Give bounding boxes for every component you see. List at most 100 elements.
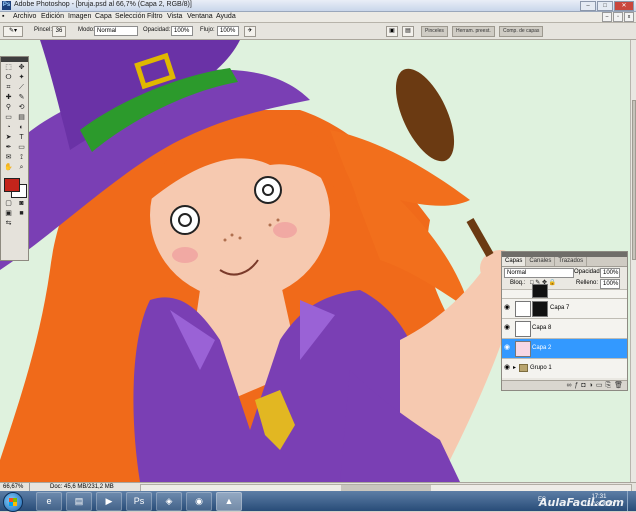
layer-mask-thumb xyxy=(532,284,548,298)
eraser-tool-icon[interactable]: ▭ xyxy=(2,113,15,123)
maximize-button[interactable]: □ xyxy=(597,1,613,11)
tab-capas[interactable]: Capas xyxy=(502,257,527,266)
layer-row[interactable]: ◉ Capa 8 xyxy=(502,318,627,338)
blur-tool-icon[interactable]: ◔ xyxy=(2,123,15,133)
media-player-icon[interactable]: ▶ xyxy=(96,492,122,511)
window-title: Adobe Photoshop - [bruja.psd al 66,7% (C… xyxy=(14,1,192,8)
zoom-field[interactable]: 66,67% xyxy=(1,483,30,491)
magic-wand-tool-icon[interactable]: ✦ xyxy=(15,73,28,83)
notes-tool-icon[interactable]: ✉ xyxy=(2,153,15,163)
layer-group-row[interactable]: ◉ ▸ Grupo 1 xyxy=(502,358,627,378)
move-tool-icon[interactable]: ✥ xyxy=(15,63,28,73)
eye-icon[interactable]: ◉ xyxy=(504,344,512,352)
doc-restore-button[interactable]: ▫ xyxy=(613,12,623,22)
color-swatches xyxy=(1,176,28,198)
type-tool-icon[interactable]: T xyxy=(15,133,28,143)
ie-icon[interactable]: e xyxy=(36,492,62,511)
new-layer-icon[interactable]: ⎘ xyxy=(606,381,612,390)
menu-seleccion[interactable]: Selección xyxy=(115,13,145,20)
layer-name: Capa 7 xyxy=(550,305,570,311)
palette-well-icon[interactable]: ▣ xyxy=(386,26,398,37)
airbrush-icon[interactable]: ✈ xyxy=(244,26,256,37)
photoshop-taskbar-icon[interactable]: Ps xyxy=(126,492,152,511)
minimize-button[interactable]: – xyxy=(580,1,596,11)
doc-minimize-button[interactable]: – xyxy=(602,12,612,22)
lasso-tool-icon[interactable]: ⵔ xyxy=(2,73,15,83)
start-button[interactable] xyxy=(3,492,23,512)
eye-icon[interactable]: ◉ xyxy=(504,324,512,332)
watermark: AulaFacil.com xyxy=(539,496,624,509)
mode-select[interactable]: Normal xyxy=(94,26,138,36)
well-pinceles[interactable]: Pinceles xyxy=(421,26,448,37)
full-screen-mode-icon[interactable]: ■ xyxy=(15,209,28,219)
explorer-icon[interactable]: ▤ xyxy=(66,492,92,511)
layer-opacity-field[interactable]: 100% xyxy=(600,268,620,278)
zoom-tool-icon[interactable]: ⌕ xyxy=(15,163,28,173)
link-layers-icon[interactable]: ∞ xyxy=(567,381,572,390)
tab-trazados[interactable]: Trazados xyxy=(555,257,588,266)
eyedropper-tool-icon[interactable]: ⟟ xyxy=(15,153,28,163)
quick-mask-icon[interactable]: ◙ xyxy=(15,199,28,209)
history-brush-tool-icon[interactable]: ⟲ xyxy=(15,103,28,113)
eye-icon[interactable]: ◉ xyxy=(504,304,512,312)
standard-mode-icon[interactable]: ▢ xyxy=(2,199,15,209)
menu-ventana[interactable]: Ventana xyxy=(187,13,213,20)
well-herram-preest[interactable]: Herram. preest. xyxy=(452,26,495,37)
jump-to-imageready-icon[interactable]: ⇆ xyxy=(2,219,15,229)
menu-capa[interactable]: Capa xyxy=(95,13,112,20)
brush-size-picker[interactable]: 36 xyxy=(52,26,66,37)
toolbox: ⬚ ✥ ⵔ ✦ ⌗ ⟋ ✚ ✎ ⚲ ⟲ ▭ ▤ ◔ ◐ ➤ T ✒ ▭ ✉ ⟟ … xyxy=(0,56,29,261)
well-comp-capas[interactable]: Comp. de capas xyxy=(499,26,544,37)
layer-row[interactable]: ◉ Capa 7 xyxy=(502,298,627,318)
tab-canales[interactable]: Canales xyxy=(526,257,556,266)
blend-mode-select[interactable]: Normal xyxy=(504,268,574,278)
layer-row-partial[interactable] xyxy=(502,284,627,298)
foreground-color-swatch[interactable] xyxy=(4,178,20,192)
menu-imagen[interactable]: Imagen xyxy=(68,13,91,20)
new-group-icon[interactable]: ▭ xyxy=(596,381,603,390)
layer-row-selected[interactable]: ◉ Capa 2 xyxy=(502,338,627,358)
menu-edicion[interactable]: Edición xyxy=(41,13,64,20)
clone-stamp-tool-icon[interactable]: ⚲ xyxy=(2,103,15,113)
fill-field[interactable]: 100% xyxy=(600,279,620,289)
doc-info[interactable]: Doc: 45,6 MB/231,2 MB xyxy=(50,483,114,491)
path-selection-tool-icon[interactable]: ➤ xyxy=(2,133,15,143)
menu-ayuda[interactable]: Ayuda xyxy=(216,13,236,20)
flujo-label: Flujo: xyxy=(200,27,215,33)
healing-brush-tool-icon[interactable]: ✚ xyxy=(2,93,15,103)
opacity-field[interactable]: 100% xyxy=(171,26,193,36)
expand-triangle-icon[interactable]: ▸ xyxy=(513,364,516,371)
menu-vista[interactable]: Vista xyxy=(167,13,182,20)
close-button[interactable]: ✕ xyxy=(614,1,634,11)
hand-tool-icon[interactable]: ✋ xyxy=(2,163,15,173)
marquee-tool-icon[interactable]: ⬚ xyxy=(2,63,15,73)
menu-ps-icon[interactable]: ▪ xyxy=(2,13,4,20)
menu-archivo[interactable]: Archivo xyxy=(13,13,36,20)
flow-field[interactable]: 100% xyxy=(217,26,239,36)
adjustment-layer-icon[interactable]: ◑ xyxy=(589,381,593,390)
layer-style-icon[interactable]: ƒ xyxy=(575,381,579,390)
layer-name: Capa 2 xyxy=(532,345,552,351)
brush-tool-icon[interactable]: ✎ xyxy=(15,93,28,103)
eye-icon[interactable]: ◉ xyxy=(504,364,512,372)
dodge-tool-icon[interactable]: ◐ xyxy=(15,123,28,133)
crop-tool-icon[interactable]: ⌗ xyxy=(2,83,15,93)
shape-tool-icon[interactable]: ▭ xyxy=(15,143,28,153)
pen-tool-icon[interactable]: ✒ xyxy=(2,143,15,153)
chrome-icon[interactable]: ◉ xyxy=(186,492,212,511)
doc-close-button[interactable]: x xyxy=(624,12,634,22)
trash-icon[interactable]: 🗑 xyxy=(614,381,623,390)
file-browser-icon[interactable]: ▤ xyxy=(402,26,414,37)
vertical-scrollbar[interactable] xyxy=(630,40,636,482)
slice-tool-icon[interactable]: ⟋ xyxy=(15,83,28,93)
active-app-icon[interactable]: ▲ xyxy=(216,492,242,511)
add-mask-icon[interactable]: ◘ xyxy=(581,381,585,390)
opacidad-label: Opacidad: xyxy=(143,27,171,33)
show-desktop-button[interactable] xyxy=(627,491,636,511)
brush-preset-icon[interactable]: ✎▾ xyxy=(3,26,23,37)
vertical-scroll-thumb[interactable] xyxy=(632,100,636,260)
screen-mode-icon[interactable]: ▣ xyxy=(2,209,15,219)
menu-filtro[interactable]: Filtro xyxy=(147,13,163,20)
app-icon[interactable]: ◈ xyxy=(156,492,182,511)
gradient-tool-icon[interactable]: ▤ xyxy=(15,113,28,123)
